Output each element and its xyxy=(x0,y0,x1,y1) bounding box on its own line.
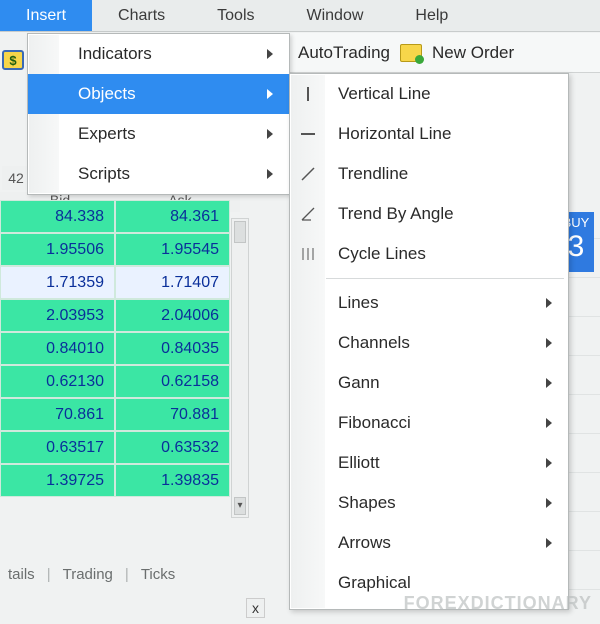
submenu-arrow-icon xyxy=(546,458,552,468)
menu-horizontal-line[interactable]: Horizontal Line xyxy=(290,114,568,154)
cycle-lines-icon xyxy=(298,244,318,264)
menu-objects-label: Objects xyxy=(78,84,136,104)
menu-scripts-label: Scripts xyxy=(78,164,130,184)
menu-trendline[interactable]: Trendline xyxy=(290,154,568,194)
toolbar: AutoTrading New Order xyxy=(290,33,600,73)
table-row[interactable]: 0.621300.62158 xyxy=(0,365,230,398)
tab-ticks[interactable]: Ticks xyxy=(133,564,183,585)
trendline-icon xyxy=(298,164,318,184)
table-row[interactable]: 0.840100.84035 xyxy=(0,332,230,365)
bid-cell: 1.71359 xyxy=(0,266,115,299)
new-order-icon[interactable] xyxy=(400,44,422,62)
trend-by-angle-icon xyxy=(298,204,318,224)
tab-trading[interactable]: Trading xyxy=(55,564,121,585)
bid-cell: 0.62130 xyxy=(0,365,115,398)
ask-cell: 1.71407 xyxy=(115,266,230,299)
scrollbar[interactable]: ▾ xyxy=(231,218,249,518)
table-row[interactable]: 70.86170.881 xyxy=(0,398,230,431)
submenu-arrow-icon xyxy=(546,338,552,348)
menu-separator xyxy=(326,278,564,279)
menu-channels[interactable]: Channels xyxy=(290,323,568,363)
menu-indicators[interactable]: Indicators xyxy=(28,34,289,74)
market-watch-table: 84.33884.3611.955061.955451.713591.71407… xyxy=(0,200,230,497)
submenu-arrow-icon xyxy=(267,49,273,59)
menu-shapes[interactable]: Shapes xyxy=(290,483,568,523)
autotrading-button[interactable]: AutoTrading xyxy=(298,43,390,63)
insert-menu: Indicators Objects Experts Scripts xyxy=(27,33,290,195)
table-row[interactable]: 1.713591.71407 xyxy=(0,266,230,299)
menu-cycle-lines[interactable]: Cycle Lines xyxy=(290,234,568,274)
submenu-arrow-icon xyxy=(546,498,552,508)
table-row[interactable]: 0.635170.63532 xyxy=(0,431,230,464)
currency-icon[interactable]: $ xyxy=(2,50,24,70)
bid-cell: 0.63517 xyxy=(0,431,115,464)
menu-gann[interactable]: Gann xyxy=(290,363,568,403)
horizontal-line-icon xyxy=(298,124,318,144)
ask-cell: 1.39835 xyxy=(115,464,230,497)
objects-submenu: Vertical Line Horizontal Line Trendline … xyxy=(289,73,569,610)
menubar-help[interactable]: Help xyxy=(389,0,474,31)
submenu-arrow-icon xyxy=(267,129,273,139)
menu-vertical-line[interactable]: Vertical Line xyxy=(290,74,568,114)
menu-lines[interactable]: Lines xyxy=(290,283,568,323)
scrollbar-down-icon[interactable]: ▾ xyxy=(234,497,246,515)
bid-cell: 1.39725 xyxy=(0,464,115,497)
submenu-arrow-icon xyxy=(546,378,552,388)
bid-cell: 0.84010 xyxy=(0,332,115,365)
menu-fibonacci[interactable]: Fibonacci xyxy=(290,403,568,443)
menubar-insert[interactable]: Insert xyxy=(0,0,92,31)
submenu-arrow-icon xyxy=(267,169,273,179)
bid-cell: 70.861 xyxy=(0,398,115,431)
bid-cell: 2.03953 xyxy=(0,299,115,332)
menu-experts[interactable]: Experts xyxy=(28,114,289,154)
market-watch-tabs: tails | Trading | Ticks xyxy=(0,560,183,588)
menubar-charts[interactable]: Charts xyxy=(92,0,191,31)
submenu-arrow-icon xyxy=(546,538,552,548)
bid-cell: 1.95506 xyxy=(0,233,115,266)
vertical-line-icon xyxy=(298,84,318,104)
ask-cell: 2.04006 xyxy=(115,299,230,332)
row-number-label: 42 xyxy=(2,166,30,190)
table-row[interactable]: 1.397251.39835 xyxy=(0,464,230,497)
tab-details[interactable]: tails xyxy=(0,564,43,585)
new-order-button[interactable]: New Order xyxy=(432,43,514,63)
table-row[interactable]: 2.039532.04006 xyxy=(0,299,230,332)
menu-elliott[interactable]: Elliott xyxy=(290,443,568,483)
submenu-arrow-icon xyxy=(546,298,552,308)
menu-indicators-label: Indicators xyxy=(78,44,152,64)
menubar-tools[interactable]: Tools xyxy=(191,0,280,31)
bid-cell: 84.338 xyxy=(0,200,115,233)
table-row[interactable]: 84.33884.361 xyxy=(0,200,230,233)
menu-trend-by-angle[interactable]: Trend By Angle xyxy=(290,194,568,234)
ask-cell: 70.881 xyxy=(115,398,230,431)
menu-arrows[interactable]: Arrows xyxy=(290,523,568,563)
menubar: Insert Charts Tools Window Help xyxy=(0,0,600,32)
submenu-arrow-icon xyxy=(546,418,552,428)
menubar-window[interactable]: Window xyxy=(281,0,390,31)
watermark: FOREXDICTIONARY xyxy=(404,593,592,614)
menu-objects[interactable]: Objects xyxy=(28,74,289,114)
close-icon[interactable]: x xyxy=(246,598,265,618)
menu-scripts[interactable]: Scripts xyxy=(28,154,289,194)
ask-cell: 0.62158 xyxy=(115,365,230,398)
menu-experts-label: Experts xyxy=(78,124,136,144)
scrollbar-thumb[interactable] xyxy=(234,221,246,243)
submenu-arrow-icon xyxy=(267,89,273,99)
table-row[interactable]: 1.955061.95545 xyxy=(0,233,230,266)
ask-cell: 0.63532 xyxy=(115,431,230,464)
ask-cell: 0.84035 xyxy=(115,332,230,365)
ask-cell: 84.361 xyxy=(115,200,230,233)
ask-cell: 1.95545 xyxy=(115,233,230,266)
